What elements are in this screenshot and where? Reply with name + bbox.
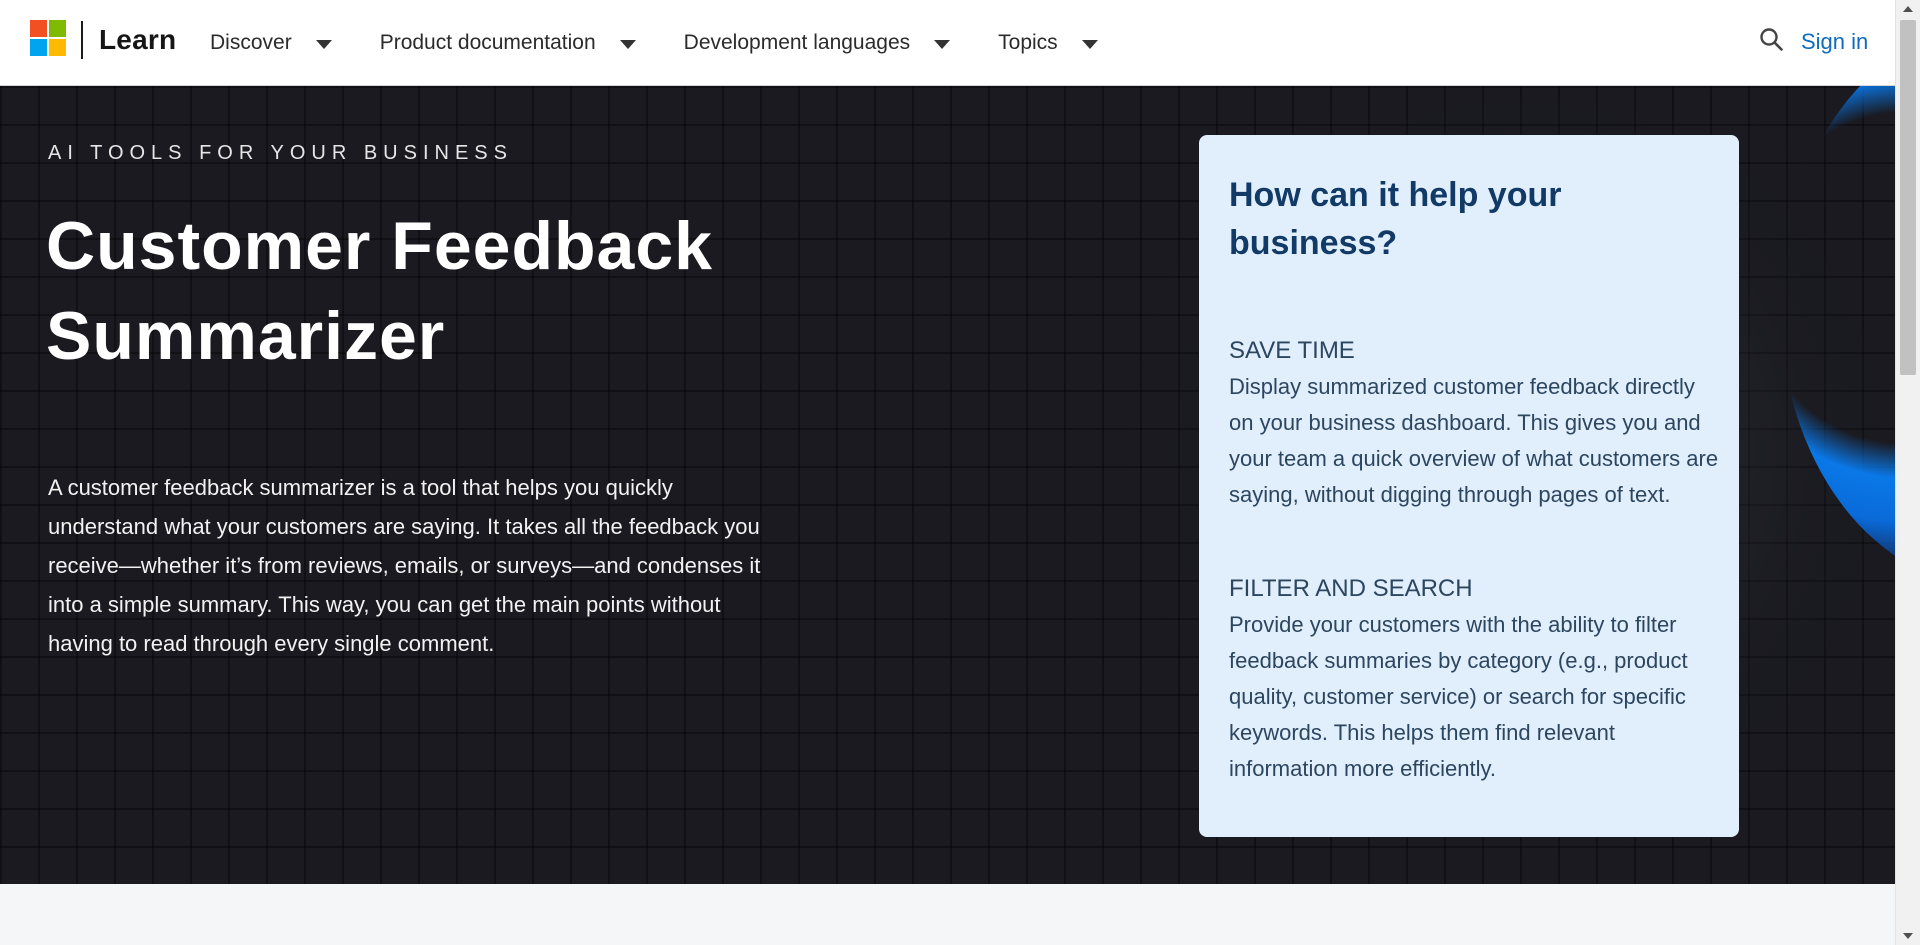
nav-label: Discover (210, 31, 292, 54)
scrollbar-thumb[interactable] (1900, 20, 1916, 375)
nav-discover[interactable]: Discover (210, 0, 332, 86)
content-area (0, 884, 1895, 945)
benefits-card: How can it help your business? SAVE TIME… (1199, 135, 1739, 837)
chevron-down-icon (934, 39, 951, 49)
chevron-down-icon (315, 39, 332, 49)
benefit-item: SAVE TIME Display summarized customer fe… (1229, 335, 1719, 513)
logo-square-green (49, 20, 66, 37)
learn-home-link[interactable]: Learn (99, 24, 176, 56)
logo-square-red (30, 20, 47, 37)
benefit-title: FILTER AND SEARCH (1229, 575, 1473, 602)
scroll-down-arrow-icon[interactable] (1903, 933, 1913, 939)
nav-label: Product documentation (379, 31, 596, 54)
logo-square-blue (30, 39, 47, 56)
benefit-text: Display summarized customer feedback dir… (1229, 374, 1719, 507)
nav-label: Topics (998, 31, 1058, 54)
brand-divider (81, 21, 83, 59)
nav-label: Development languages (683, 31, 911, 54)
logo-square-yellow (49, 39, 66, 56)
page-title: Customer Feedback Summarizer (46, 208, 713, 374)
nav-product-documentation[interactable]: Product documentation (380, 0, 636, 86)
chevron-down-icon (619, 39, 636, 49)
hero-eyebrow: AI TOOLS FOR YOUR BUSINESS (48, 142, 513, 164)
benefit-item: FILTER AND SEARCH Provide your customers… (1229, 573, 1719, 787)
hero-section: AI TOOLS FOR YOUR BUSINESS Customer Feed… (0, 86, 1895, 884)
scroll-up-arrow-icon[interactable] (1903, 6, 1913, 12)
nav-topics[interactable]: Topics (998, 0, 1098, 86)
search-button[interactable] (1757, 26, 1787, 56)
main-nav: Discover Product documentation Developme… (210, 0, 1098, 86)
hero-description: A customer feedback summarizer is a tool… (48, 475, 761, 656)
site-header: Learn Discover Product documentation Dev… (0, 0, 1895, 86)
sign-in-link[interactable]: Sign in (1801, 29, 1868, 55)
card-title: How can it help your business? (1229, 176, 1562, 262)
benefit-title: SAVE TIME (1229, 337, 1355, 364)
vertical-scrollbar[interactable] (1895, 0, 1920, 945)
nav-development-languages[interactable]: Development languages (684, 0, 951, 86)
search-icon (1760, 28, 1783, 51)
chevron-down-icon (1081, 39, 1098, 49)
benefit-text: Provide your customers with the ability … (1229, 612, 1688, 781)
microsoft-logo[interactable] (30, 20, 66, 56)
